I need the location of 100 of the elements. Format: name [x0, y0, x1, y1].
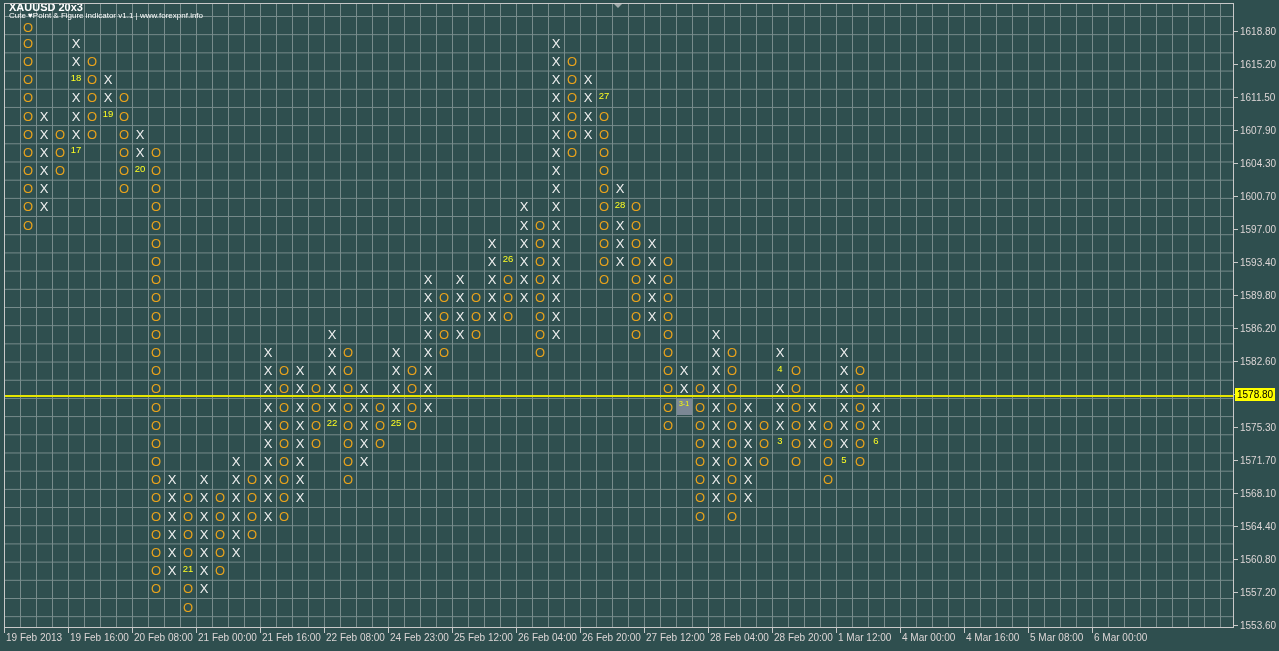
o-mark: O — [534, 273, 546, 287]
o-mark: O — [150, 273, 162, 287]
x-mark: X — [615, 255, 625, 269]
x-mark: X — [551, 236, 561, 250]
price-label: 1586.20 — [1240, 322, 1277, 334]
x-mark: X — [231, 491, 241, 505]
x-mark: X — [551, 54, 561, 68]
x-mark: X — [359, 382, 369, 396]
o-mark: O — [214, 546, 226, 560]
o-mark: O — [630, 291, 642, 305]
o-mark: O — [534, 255, 546, 269]
x-mark: X — [327, 345, 337, 359]
o-mark: O — [726, 509, 738, 523]
o-mark: O — [278, 491, 290, 505]
o-mark: O — [598, 200, 610, 214]
x-mark: X — [487, 236, 497, 250]
o-mark: O — [662, 255, 674, 269]
x-mark: X — [167, 509, 177, 523]
x-mark: X — [583, 73, 593, 87]
x-mark: X — [775, 418, 785, 432]
box-count-label: 28 — [614, 199, 626, 210]
o-mark: O — [54, 145, 66, 159]
o-mark: O — [22, 73, 34, 87]
o-mark: O — [726, 364, 738, 378]
x-mark: X — [71, 36, 81, 50]
x-mark: X — [647, 273, 657, 287]
o-mark: O — [790, 364, 802, 378]
o-mark: O — [150, 582, 162, 596]
x-mark: X — [551, 200, 561, 214]
o-mark: O — [566, 91, 578, 105]
o-mark: O — [150, 564, 162, 578]
x-mark: X — [775, 345, 785, 359]
box-count-label: 17 — [70, 145, 82, 155]
x-mark: X — [743, 436, 753, 450]
o-mark: O — [150, 218, 162, 232]
x-mark: X — [711, 345, 721, 359]
x-mark: X — [295, 455, 305, 469]
x-mark: X — [647, 291, 657, 305]
price-label: 1553.60 — [1240, 619, 1277, 631]
x-mark: X — [711, 436, 721, 450]
o-mark: O — [694, 473, 706, 487]
o-mark: O — [630, 236, 642, 250]
o-mark: O — [566, 109, 578, 123]
o-mark: O — [182, 600, 194, 614]
x-mark: X — [263, 418, 273, 432]
o-mark: O — [406, 382, 418, 396]
o-mark: O — [694, 491, 706, 505]
x-mark: X — [871, 418, 881, 432]
o-mark: O — [118, 91, 130, 105]
x-mark: X — [199, 491, 209, 505]
box-count-label: 26 — [502, 254, 514, 264]
price-label: 1611.50 — [1240, 91, 1276, 103]
o-mark: O — [86, 54, 98, 68]
chart-title: XAUUSD 20x3 — [9, 4, 84, 12]
o-mark: O — [790, 436, 802, 450]
o-mark: O — [630, 255, 642, 269]
price-label: 1593.40 — [1240, 256, 1277, 268]
x-mark: X — [807, 418, 817, 432]
x-mark: X — [103, 73, 113, 87]
x-mark: X — [39, 164, 49, 178]
x-mark: X — [807, 400, 817, 414]
o-mark: O — [854, 418, 866, 432]
x-mark: X — [295, 473, 305, 487]
o-mark: O — [438, 345, 450, 359]
box-count-label: 4 — [777, 363, 783, 374]
x-mark: X — [199, 582, 209, 596]
x-mark: X — [423, 309, 433, 323]
x-mark: X — [551, 291, 561, 305]
x-mark: X — [871, 400, 881, 414]
x-mark: X — [199, 527, 209, 541]
x-mark: X — [487, 291, 497, 305]
x-mark: X — [583, 109, 593, 123]
o-mark: O — [854, 382, 866, 396]
o-mark: O — [406, 364, 418, 378]
o-mark: O — [438, 309, 450, 323]
o-mark: O — [566, 127, 578, 141]
box-count-label: 6 — [873, 436, 879, 446]
o-mark: O — [822, 455, 834, 469]
o-mark: O — [278, 509, 290, 523]
x-mark: X — [263, 382, 273, 396]
current-price-label: 1578.80 — [1235, 387, 1276, 401]
x-mark: X — [583, 127, 593, 141]
x-mark: X — [551, 327, 561, 341]
o-mark: O — [214, 509, 226, 523]
x-mark: X — [839, 418, 849, 432]
o-mark: O — [22, 109, 34, 123]
x-mark: X — [327, 400, 337, 414]
x-mark: X — [519, 255, 529, 269]
o-mark: O — [470, 291, 482, 305]
o-mark: O — [438, 327, 450, 341]
o-mark: O — [342, 473, 354, 487]
o-mark: O — [566, 145, 578, 159]
o-mark: O — [854, 455, 866, 469]
o-mark: O — [438, 291, 450, 305]
o-mark: O — [662, 382, 674, 396]
o-mark: O — [278, 455, 290, 469]
x-mark: X — [71, 54, 81, 68]
o-mark: O — [470, 309, 482, 323]
o-mark: O — [854, 364, 866, 378]
o-mark: O — [214, 491, 226, 505]
